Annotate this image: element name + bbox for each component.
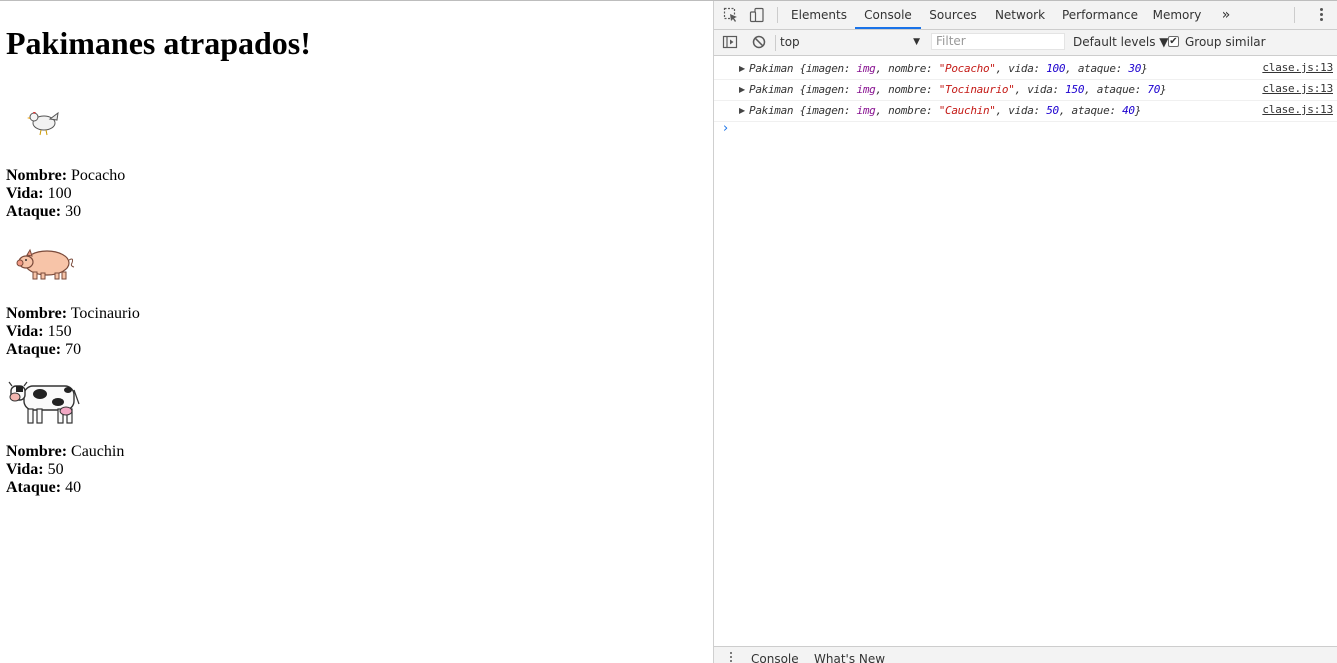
tab-memory[interactable]: Memory — [1150, 1, 1204, 29]
ataque-label: Ataque: — [6, 341, 62, 358]
pakiman-ataque: 70 — [65, 341, 82, 358]
console-messages: ▶ Pakiman {imagen: img, nombre: "Pocacho… — [714, 56, 1337, 646]
toolbar-separator — [775, 35, 776, 51]
log-vida-value: 100 — [1046, 62, 1066, 75]
expand-triangle-icon[interactable]: ▶ — [739, 100, 745, 121]
devtools-panel: Elements Console Sources Network Perform… — [713, 1, 1337, 663]
tabbar-separator — [1294, 7, 1295, 23]
pakiman-card-2: Nombre: Tocinaurio Vida: 150 Ataque: 70 — [6, 305, 140, 359]
console-log-row[interactable]: ▶ Pakiman {imagen: img, nombre: "Pocacho… — [714, 58, 1337, 80]
tab-console[interactable]: Console — [855, 1, 921, 29]
customize-menu-icon[interactable] — [1320, 8, 1323, 23]
sidebar-toggle-icon[interactable] — [722, 34, 738, 50]
log-nombre-value: "Cauchin" — [938, 104, 996, 117]
ataque-label: Ataque: — [6, 479, 62, 496]
log-ataque-value: 40 — [1122, 104, 1135, 117]
pakiman-vida: 150 — [47, 323, 72, 340]
devtools-tabbar: Elements Console Sources Network Perform… — [714, 1, 1337, 30]
nombre-label: Nombre: — [6, 305, 68, 322]
drawer-tab-whats-new[interactable]: What's New — [814, 652, 885, 663]
console-log-row[interactable]: ▶ Pakiman {imagen: img, nombre: "Cauchin… — [714, 100, 1337, 122]
log-levels-dropdown[interactable]: Default levels ▼ — [1073, 34, 1169, 51]
devtools-drawer: Console What's New — [714, 646, 1337, 663]
console-toolbar: top ▼ Filter Default levels ▼ ✔ Group si… — [714, 30, 1337, 56]
expand-triangle-icon[interactable]: ▶ — [739, 79, 745, 100]
source-link[interactable]: clase.js:13 — [1262, 78, 1333, 99]
vida-label: Vida: — [6, 185, 44, 202]
log-vida-value: 50 — [1046, 104, 1059, 117]
nombre-label: Nombre: — [6, 443, 68, 460]
tab-network[interactable]: Network — [990, 1, 1050, 29]
more-tabs-button[interactable]: » — [1218, 1, 1234, 29]
pakiman-ataque: 40 — [65, 479, 82, 496]
chevron-down-icon: ▼ — [913, 37, 920, 47]
pakiman-vida: 50 — [47, 461, 64, 478]
tab-elements[interactable]: Elements — [787, 1, 851, 29]
pakiman-nombre: Cauchin — [71, 443, 125, 460]
pakiman-card-3: Nombre: Cauchin Vida: 50 Ataque: 40 — [6, 443, 124, 497]
log-ataque-value: 70 — [1147, 83, 1161, 96]
source-link[interactable]: clase.js:13 — [1262, 57, 1333, 78]
expand-triangle-icon[interactable]: ▶ — [739, 58, 745, 79]
vida-label: Vida: — [6, 323, 44, 340]
log-nombre-value: "Tocinaurio" — [938, 83, 1015, 96]
pakiman-nombre: Pocacho — [71, 167, 126, 184]
drawer-menu-icon[interactable] — [730, 652, 732, 663]
group-similar-label: Group similar — [1185, 35, 1266, 49]
tab-performance[interactable]: Performance — [1059, 1, 1141, 29]
log-class-name: Pakiman — [749, 62, 794, 75]
pakiman-ataque: 30 — [65, 203, 82, 220]
log-ataque-value: 30 — [1128, 62, 1142, 75]
page-title: Pakimanes atrapados! — [6, 25, 311, 61]
pig-icon — [16, 248, 75, 280]
clear-console-icon[interactable] — [751, 34, 767, 50]
console-log-row[interactable]: ▶ Pakiman {imagen: img, nombre: "Tocinau… — [714, 79, 1337, 101]
log-class-name: Pakiman — [749, 104, 794, 117]
console-prompt[interactable]: › — [723, 121, 728, 136]
ataque-label: Ataque: — [6, 203, 62, 220]
page-viewport: Pakimanes atrapados! Nombre: Pocacho Vid… — [0, 1, 713, 663]
drawer-tab-console[interactable]: Console — [751, 652, 799, 663]
inspect-element-icon[interactable] — [723, 7, 739, 23]
nombre-label: Nombre: — [6, 167, 68, 184]
source-link[interactable]: clase.js:13 — [1262, 99, 1333, 120]
log-class-name: Pakiman — [749, 83, 794, 96]
log-imagen-value: img — [856, 104, 876, 117]
log-imagen-value: img — [856, 62, 876, 75]
log-nombre-value: "Pocacho" — [938, 62, 996, 75]
pakiman-nombre: Tocinaurio — [70, 305, 140, 322]
tabbar-separator — [777, 7, 778, 23]
filter-input[interactable]: Filter — [931, 33, 1065, 50]
vida-label: Vida: — [6, 461, 44, 478]
device-toolbar-icon[interactable] — [749, 7, 765, 23]
execution-context-select[interactable]: top ▼ — [780, 34, 920, 51]
tab-sources[interactable]: Sources — [924, 1, 982, 29]
log-vida-value: 150 — [1065, 83, 1085, 96]
context-value: top — [780, 35, 800, 49]
chicken-icon — [27, 111, 59, 136]
pakiman-card-1: Nombre: Pocacho Vida: 100 Ataque: 30 — [6, 167, 125, 221]
group-similar-checkbox[interactable]: ✔ — [1168, 36, 1179, 47]
log-imagen-value: img — [856, 83, 876, 96]
cow-icon — [8, 381, 80, 424]
pakiman-vida: 100 — [47, 185, 72, 202]
